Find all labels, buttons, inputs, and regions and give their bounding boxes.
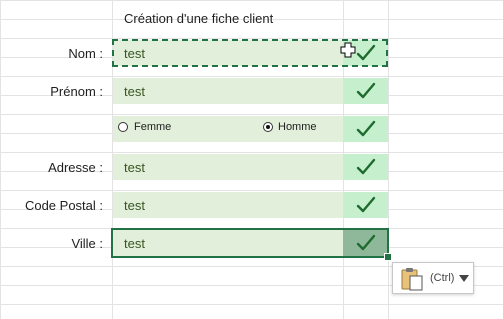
label-adresse: Adresse : <box>48 160 103 175</box>
check-cell-prenom[interactable] <box>343 78 388 104</box>
chevron-down-icon <box>459 275 469 282</box>
label-prenom: Prénom : <box>50 84 103 99</box>
radio-female-label[interactable]: Femme <box>134 121 171 133</box>
radio-female[interactable] <box>118 122 128 132</box>
check-cell-gender[interactable] <box>343 116 388 142</box>
cell-cursor-icon <box>340 42 356 58</box>
form-title: Création d'une fiche client <box>124 11 274 26</box>
checkmark-icon <box>356 234 375 251</box>
fill-handle[interactable] <box>384 253 392 261</box>
field-code-postal[interactable]: test <box>113 192 343 218</box>
radio-male[interactable] <box>263 122 273 132</box>
clipboard-icon <box>401 268 423 291</box>
label-ville: Ville : <box>71 236 103 251</box>
field-ville[interactable]: test <box>113 230 343 256</box>
check-cell-ville[interactable] <box>343 230 388 256</box>
checkmark-icon <box>356 82 375 99</box>
checkmark-icon <box>356 196 375 213</box>
paste-options-button[interactable]: (Ctrl) <box>392 262 474 294</box>
checkmark-icon <box>356 44 375 61</box>
field-nom[interactable]: test <box>113 40 343 66</box>
column-divider <box>388 0 389 319</box>
field-adresse[interactable]: test <box>113 154 343 180</box>
field-prenom[interactable]: test <box>113 78 343 104</box>
checkmark-icon <box>356 158 375 175</box>
radio-male-label[interactable]: Homme <box>278 121 317 133</box>
label-code-postal: Code Postal : <box>24 198 103 213</box>
checkmark-icon <box>356 120 375 137</box>
check-cell-adresse[interactable] <box>343 154 388 180</box>
paste-options-label: (Ctrl) <box>430 272 455 284</box>
check-cell-code-postal[interactable] <box>343 192 388 218</box>
label-nom: Nom : <box>68 46 103 61</box>
